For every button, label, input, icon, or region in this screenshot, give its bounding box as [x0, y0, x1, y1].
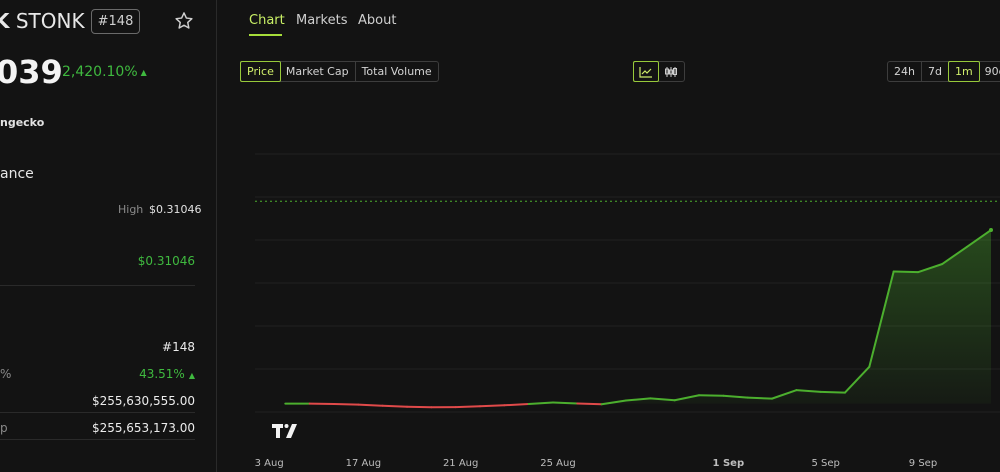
series-segment: [746, 396, 773, 400]
chart-type-selector: [633, 61, 685, 82]
range-1m-button[interactable]: 1m: [947, 61, 980, 82]
current-price: 039: [0, 53, 63, 91]
performance-heading: ance: [0, 166, 34, 182]
x-tick-label: 5 Sep: [811, 458, 839, 469]
stat-label: %: [0, 367, 12, 381]
candlestick-icon: [665, 66, 677, 77]
series-segment: [503, 403, 530, 407]
stat-percent-value: 43.51%: [139, 367, 185, 381]
active-tab-indicator: [249, 34, 282, 36]
range-selector: 24h 7d 1m 90d: [887, 61, 1000, 82]
up-arrow-icon: ▲: [140, 67, 147, 77]
range-90d-button[interactable]: 90d: [979, 62, 1000, 81]
tab-markets[interactable]: Markets: [296, 13, 347, 28]
series-segment: [892, 270, 919, 274]
candlestick-button[interactable]: [658, 62, 684, 81]
performance-value: $0.31046: [137, 254, 195, 268]
metric-selector: Price Market Cap Total Volume: [240, 61, 439, 82]
x-tick-label: 25 Aug: [540, 458, 575, 469]
star-icon[interactable]: [173, 9, 195, 33]
series-segment: [479, 404, 506, 408]
price-chart[interactable]: 13 Aug 17 Aug 21 Aug 25 Aug 1 Sep 5 Sep 9 Sep: [255, 140, 1000, 472]
fully-diluted-value: $255,653,173.00: [91, 421, 195, 435]
price-change-value: 2,420.10%: [62, 64, 138, 80]
coin-title: K STONK: [0, 9, 85, 33]
stat-percent: 43.51% ▲: [139, 367, 195, 381]
data-source[interactable]: ngecko: [0, 116, 44, 129]
up-arrow-icon: ▲: [188, 371, 195, 380]
x-tick-label: 9 Sep: [909, 458, 937, 469]
stat-label: p: [0, 421, 8, 435]
coin-info-panel: K STONK #148 039 2,420.10% ▲ ngecko ance …: [0, 0, 217, 472]
series-segment: [333, 402, 360, 406]
chart-x-axis: 13 Aug 17 Aug 21 Aug 25 Aug 1 Sep 5 Sep 9 Sep: [255, 458, 937, 469]
coin-ticker: K: [0, 9, 10, 33]
total-volume-button[interactable]: Total Volume: [356, 62, 438, 81]
series-segment: [381, 404, 408, 408]
data-point: [989, 228, 993, 233]
divider: [0, 439, 195, 440]
x-tick-label: 17 Aug: [346, 458, 381, 469]
tab-chart[interactable]: Chart: [249, 13, 285, 28]
high-label: High: [118, 203, 144, 216]
range-7d-button[interactable]: 7d: [922, 62, 949, 81]
line-chart-button[interactable]: [633, 61, 659, 82]
divider: [0, 412, 195, 413]
series-segment: [454, 405, 481, 409]
market-cap-rank: #148: [162, 340, 195, 354]
market-cap-value: $255,630,555.00: [91, 394, 195, 408]
tradingview-logo: [272, 424, 297, 438]
tab-about[interactable]: About: [358, 13, 396, 28]
rank-badge: #148: [91, 9, 140, 34]
series-segment: [819, 390, 846, 394]
line-chart-icon: [639, 66, 652, 78]
price-change: 2,420.10% ▲: [62, 64, 147, 80]
high-value: $0.31046: [149, 203, 202, 216]
price-button[interactable]: Price: [240, 61, 281, 82]
coin-name: STONK: [15, 9, 85, 33]
series-segment: [552, 401, 579, 405]
market-cap-button[interactable]: Market Cap: [280, 62, 356, 81]
x-tick-label: 21 Aug: [443, 458, 478, 469]
series-segment: [527, 401, 554, 406]
area-fill: [285, 230, 991, 404]
series-segment: [357, 403, 384, 407]
divider: [0, 285, 195, 286]
x-tick-label: 13 Aug: [255, 458, 284, 469]
x-tick-label: 1 Sep: [713, 458, 745, 469]
range-24h-button[interactable]: 24h: [888, 62, 922, 81]
chart-area: [285, 230, 991, 404]
series-segment: [576, 402, 603, 406]
